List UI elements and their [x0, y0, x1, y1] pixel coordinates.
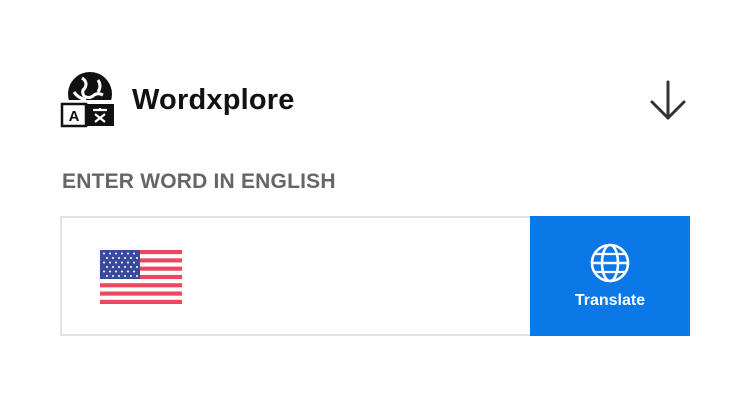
- translate-form: Translate: [60, 216, 690, 336]
- us-flag-icon: [100, 250, 182, 304]
- download-button[interactable]: [646, 78, 690, 122]
- app-title: Wordxplore: [132, 83, 295, 116]
- app-page: A Wordxplore ENTER WORD IN ENGLISH Trans…: [0, 0, 750, 406]
- word-input-box[interactable]: [60, 216, 530, 336]
- app-header: A Wordxplore: [60, 70, 690, 130]
- translate-button[interactable]: Translate: [530, 216, 690, 336]
- svg-text:A: A: [69, 108, 80, 125]
- arrow-down-icon: [650, 80, 686, 120]
- word-input[interactable]: [202, 248, 512, 306]
- globe-icon: [590, 243, 630, 283]
- translate-globe-icon: A: [60, 70, 116, 130]
- translate-button-label: Translate: [574, 292, 646, 309]
- word-input-label: ENTER WORD IN ENGLISH: [62, 170, 336, 193]
